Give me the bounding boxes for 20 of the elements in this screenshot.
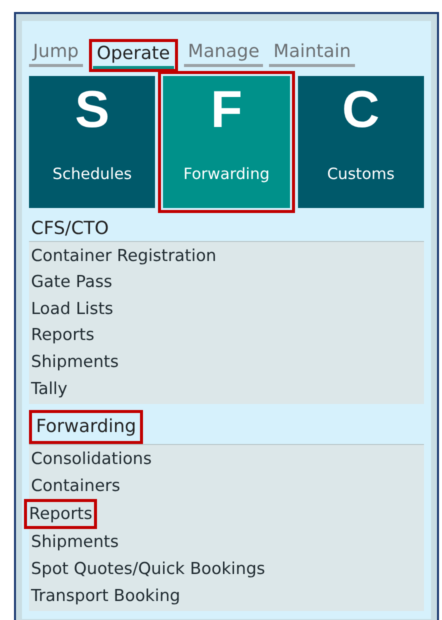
menu-link[interactable]: Container Registration [29, 242, 424, 270]
menu-link[interactable]: Shipments [29, 348, 424, 376]
module-tile[interactable]: C Customs [298, 76, 424, 208]
menu-link[interactable]: Gate Pass [29, 269, 424, 296]
menu-tab[interactable]: Jump [29, 41, 83, 67]
menu-link[interactable]: Tally [29, 376, 424, 402]
menu-tab[interactable]: Manage [184, 41, 264, 67]
menu-link[interactable]: Consolidations [29, 446, 424, 473]
menu-link[interactable]: Transport Booking [29, 582, 424, 610]
menu-tab[interactable]: Maintain [269, 41, 355, 67]
section-heading: Forwarding [35, 416, 138, 439]
menu-link[interactable]: Spot Quotes/Quick Bookings [29, 556, 424, 583]
menu-link[interactable]: Shipments [29, 529, 424, 556]
module-tile[interactable]: F Forwarding [163, 76, 290, 208]
menu-link[interactable]: Load Lists [29, 296, 424, 322]
menu-tab[interactable]: Operate [92, 43, 174, 69]
menu-link[interactable]: Containers [29, 472, 424, 500]
menu-link[interactable]: Reports [29, 322, 424, 349]
menu-link[interactable]: Reports [29, 504, 92, 524]
module-tile[interactable]: S Schedules [29, 76, 156, 208]
